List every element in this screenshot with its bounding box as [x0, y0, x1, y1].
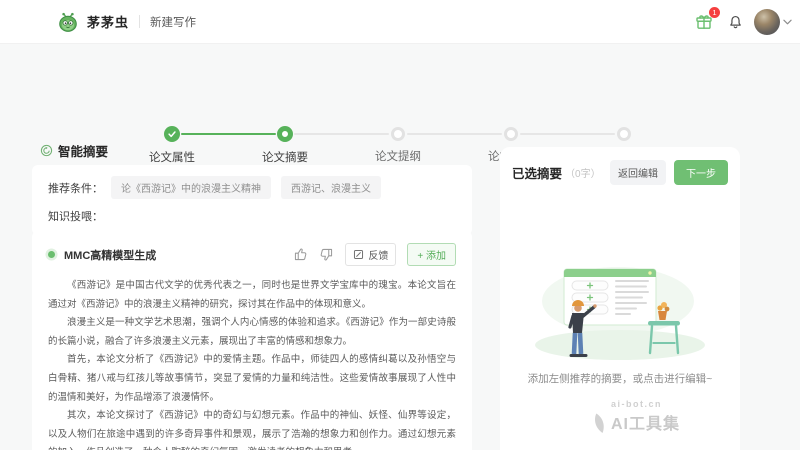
step-paper-outline[interactable]: 论文提纲 — [353, 126, 443, 164]
leaf-icon — [595, 413, 604, 433]
section-title-smart-summary: 智能摘要 — [40, 141, 108, 160]
knowledge-label: 知识投喂： — [48, 211, 103, 223]
new-writing-page: 茅茅虫 新建写作 1 论文属性 论文摘要 论文提纲 智能摘要 推荐条件： 论《西… — [0, 0, 800, 450]
word-count: （0字） — [565, 169, 601, 180]
watermark-site: ai-bot.cn — [611, 399, 662, 409]
notification-bell-button[interactable] — [728, 14, 743, 30]
back-to-edit-button[interactable]: 返回编辑 — [610, 160, 666, 185]
generated-summary-card: MMC高精模型生成 反馈 + 添加 《西游记》是中国古代文学的优秀代表之一，同时… — [32, 231, 472, 450]
step-paper-attributes[interactable]: 论文属性 — [127, 126, 217, 165]
watermark: ai-bot.cn AI工具集 — [592, 399, 680, 434]
summary-paragraph: 浪漫主义是一种文学艺术思潮，强调个人内心情感的体验和追求。《西游记》作为一部史诗… — [48, 317, 456, 347]
summary-paragraph: 其次，本论文探讨了《西游记》中的奇幻与幻想元素。作品中的神仙、妖怪、仙界等设定，… — [48, 410, 456, 450]
step-todo-icon — [504, 127, 518, 141]
summary-paragraph: 首先，本论文分析了《西游记》中的爱情主题。作品中，师徒四人的感情纠葛以及孙悟空与… — [48, 354, 456, 403]
empty-state-illustration — [535, 267, 705, 360]
model-name: MMC高精模型生成 — [64, 249, 157, 262]
avatar[interactable] — [754, 8, 780, 35]
add-summary-button[interactable]: + 添加 — [407, 243, 456, 266]
edit-note-icon — [354, 249, 364, 260]
summary-paragraph: 《西游记》是中国古代文学的优秀代表之一，同时也是世界文学宝库中的瑰宝。本论文旨在… — [48, 280, 456, 310]
add-label: + 添加 — [417, 251, 446, 262]
app-header: 茅茅虫 新建写作 1 — [0, 0, 800, 44]
next-step-button[interactable]: 下一步 — [674, 160, 728, 185]
bug-mascot-icon — [57, 11, 79, 33]
conditions-card: 推荐条件： 论《西游记》中的浪漫主义精神 西游记、浪漫主义 知识投喂： — [32, 165, 472, 235]
model-info: MMC高精模型生成 — [48, 247, 156, 263]
user-menu[interactable] — [754, 8, 792, 35]
feedback-button[interactable]: 反馈 — [345, 243, 397, 266]
step-paper-abstract[interactable]: 论文摘要 — [240, 126, 330, 165]
app-logo[interactable]: 茅茅虫 新建写作 — [57, 11, 196, 33]
stepper: 论文属性 论文摘要 论文提纲 论文灵感 沉浸写作 — [0, 60, 800, 164]
chevron-down-icon — [783, 19, 792, 24]
step-label: 论文摘要 — [262, 152, 308, 164]
empty-hint: 添加左侧推荐的摘要，或点击进行编辑~ — [527, 373, 713, 385]
step-label: 论文提纲 — [375, 151, 421, 163]
summary-text[interactable]: 《西游记》是中国古代文学的优秀代表之一，同时也是世界文学宝库中的瑰宝。本论文旨在… — [48, 277, 456, 450]
step-current-icon — [277, 126, 293, 142]
step-done-icon — [164, 126, 180, 142]
condition-tag[interactable]: 西游记、浪漫主义 — [281, 176, 381, 199]
step-todo-icon — [391, 127, 405, 141]
header-divider — [139, 15, 141, 28]
bell-icon — [730, 15, 741, 28]
condition-tag[interactable]: 论《西游记》中的浪漫主义精神 — [111, 176, 271, 199]
conditions-label: 推荐条件： — [48, 182, 103, 195]
selected-summary-panel: 已选摘要 （0字） 返回编辑 下一步 添加左侧推荐的摘要，或点击进行编辑~ ai… — [500, 147, 740, 450]
thumbs-up-icon[interactable] — [293, 247, 308, 262]
green-status-dot — [48, 251, 55, 258]
feedback-label: 反馈 — [368, 251, 389, 262]
watermark-name: AI工具集 — [611, 416, 681, 433]
selected-summary-title: 已选摘要 — [512, 167, 563, 181]
thumbs-down-icon[interactable] — [319, 247, 334, 262]
step-label: 论文属性 — [149, 152, 195, 164]
brand-name: 茅茅虫 — [87, 15, 130, 30]
section-title-text: 智能摘要 — [58, 145, 109, 159]
notification-badge: 1 — [709, 7, 720, 18]
refresh-circle-icon — [40, 144, 53, 157]
step-todo-icon — [617, 127, 631, 141]
gift-button[interactable]: 1 — [694, 7, 720, 31]
page-title: 新建写作 — [150, 16, 197, 29]
